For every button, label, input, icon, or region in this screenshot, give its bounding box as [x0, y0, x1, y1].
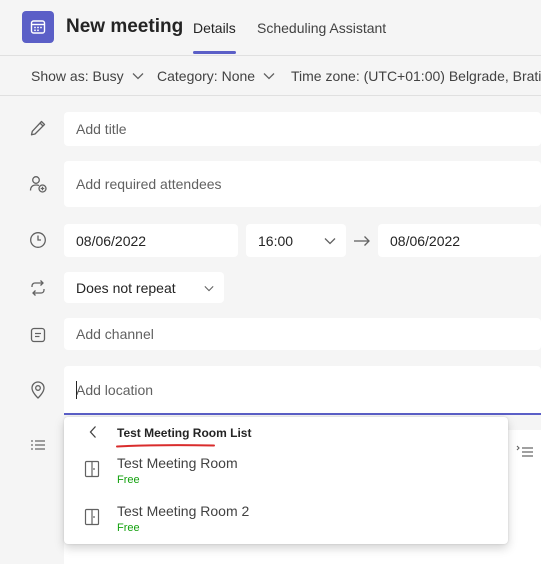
show-as-label: Show as: Busy [31, 68, 124, 84]
start-time-dropdown[interactable]: 16:00 [246, 224, 346, 257]
category-label: Category: None [157, 68, 256, 84]
time-zone-label: Time zone: (UTC+01:00) Belgrade, Bratisl… [291, 68, 541, 84]
room-status: Free [117, 474, 140, 486]
room-status: Free [117, 522, 140, 534]
list-icon [31, 440, 45, 450]
chevron-left-icon[interactable] [88, 425, 98, 439]
category-dropdown[interactable]: Category: None [157, 68, 275, 84]
time-zone-dropdown[interactable]: Time zone: (UTC+01:00) Belgrade, Bratisl… [291, 68, 541, 84]
start-time-value: 16:00 [258, 232, 294, 249]
chevron-down-icon [204, 286, 214, 292]
title-input[interactable]: Add title [64, 112, 541, 146]
meeting-header: New meeting Details Scheduling Assistant [0, 0, 541, 56]
clock-icon [30, 232, 46, 248]
location-input[interactable]: Add location [64, 366, 541, 415]
calendar-icon [22, 11, 54, 43]
repeat-icon [31, 280, 45, 296]
tab-details[interactable]: Details [193, 20, 236, 36]
end-date-input[interactable]: 08/06/2022 [378, 224, 541, 257]
person-add-icon [29, 176, 47, 193]
chevron-down-icon [263, 73, 275, 80]
room-option[interactable]: Test Meeting Room 2 Free [64, 495, 508, 543]
title-placeholder: Add title [76, 121, 127, 137]
repeat-dropdown[interactable]: Does not repeat [64, 272, 224, 303]
channel-placeholder: Add channel [76, 326, 154, 342]
chevron-down-icon [132, 73, 144, 80]
chevron-down-icon [324, 238, 336, 245]
channel-icon [30, 327, 46, 343]
active-tab-indicator [193, 51, 236, 54]
repeat-value: Does not repeat [76, 279, 176, 296]
start-date-value: 08/06/2022 [76, 232, 147, 249]
end-date-value: 08/06/2022 [390, 232, 461, 249]
page-title: New meeting [66, 16, 184, 37]
room-name: Test Meeting Room 2 [117, 503, 250, 519]
location-pin-icon [31, 381, 45, 399]
start-date-input[interactable]: 08/06/2022 [64, 224, 238, 257]
channel-input[interactable]: Add channel [64, 318, 541, 350]
room-name: Test Meeting Room [117, 455, 238, 471]
text-cursor [76, 381, 77, 399]
bullet-list-icon[interactable] [516, 444, 534, 460]
door-icon [84, 460, 100, 478]
room-option[interactable]: Test Meeting Room Free [64, 447, 508, 495]
arrow-right-icon [354, 236, 370, 246]
options-bar: Show as: Busy Category: None Time zone: … [0, 56, 541, 96]
attendees-placeholder: Add required attendees [76, 176, 222, 192]
door-icon [84, 508, 100, 526]
pencil-icon [30, 120, 46, 136]
location-suggestions-dropdown: Test Meeting Room List Test Meeting Room… [64, 417, 508, 544]
show-as-dropdown[interactable]: Show as: Busy [31, 68, 144, 84]
location-placeholder: Add location [76, 381, 154, 398]
room-list-title: Test Meeting Room List [117, 426, 252, 440]
attendees-input[interactable]: Add required attendees [64, 161, 541, 207]
tab-scheduling-assistant[interactable]: Scheduling Assistant [257, 20, 386, 36]
